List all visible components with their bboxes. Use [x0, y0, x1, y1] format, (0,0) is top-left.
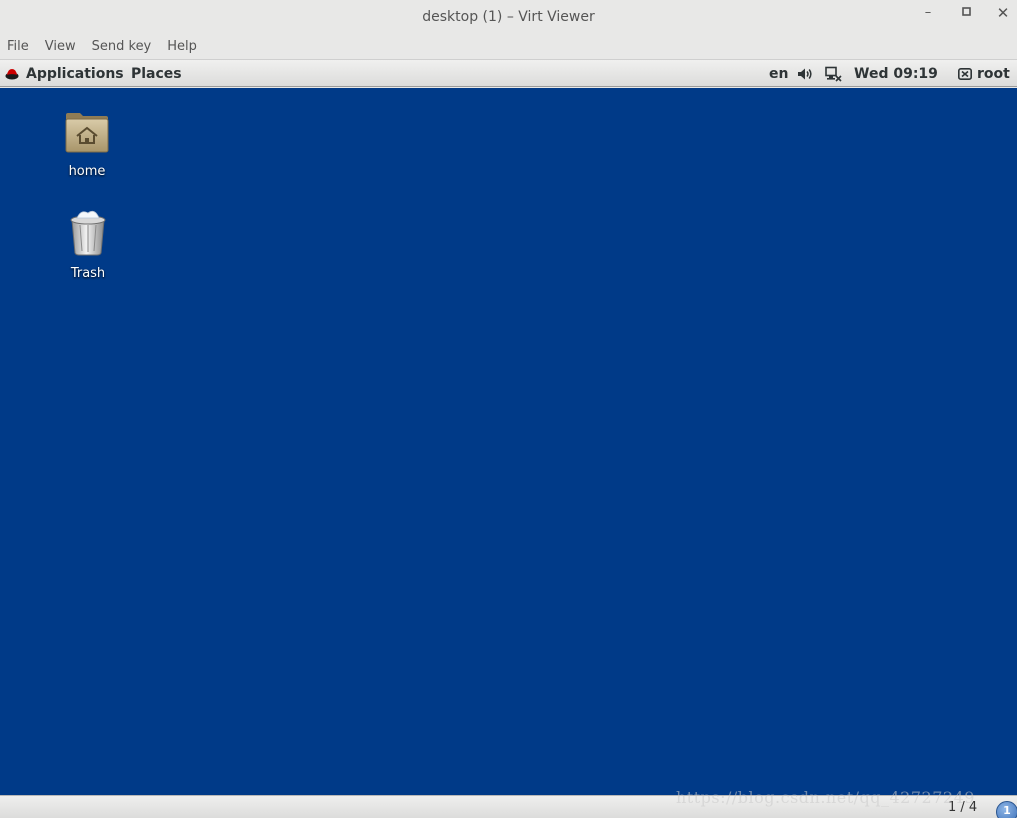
- menu-view[interactable]: View: [45, 39, 76, 54]
- maximize-button[interactable]: [951, 0, 981, 25]
- window-titlebar: desktop (1) – Virt Viewer: [0, 0, 1017, 33]
- network-icon[interactable]: [825, 60, 843, 87]
- desktop-icon-home[interactable]: home: [47, 110, 127, 179]
- minimize-button[interactable]: –: [913, 0, 943, 25]
- close-button[interactable]: ✕: [988, 0, 1017, 25]
- menu-send-key[interactable]: Send key: [92, 39, 152, 54]
- clock[interactable]: Wed 09:19: [854, 60, 938, 87]
- watermark: https://blog.csdn.net/qq_42727249: [676, 788, 975, 807]
- power-icon[interactable]: [958, 60, 972, 87]
- user-menu[interactable]: root: [977, 60, 1010, 87]
- language-indicator[interactable]: en: [769, 60, 788, 87]
- menu-help[interactable]: Help: [167, 39, 197, 54]
- places-menu[interactable]: Places: [131, 60, 182, 87]
- notification-badge[interactable]: 1: [996, 801, 1017, 818]
- desktop-icon-label: home: [68, 164, 106, 179]
- window-title: desktop (1) – Virt Viewer: [422, 8, 595, 25]
- guest-top-panel: Applications Places en Wed 09:19 root: [0, 60, 1017, 87]
- desktop-icon-label: Trash: [70, 266, 106, 281]
- minimize-icon: –: [924, 5, 932, 20]
- redhat-logo-icon: [5, 66, 19, 80]
- trash-icon: [67, 208, 109, 260]
- desktop-background[interactable]: home Trash: [0, 88, 1017, 795]
- maximize-icon: [961, 5, 971, 20]
- menubar: File View Send key Help: [0, 33, 1017, 60]
- close-icon: ✕: [996, 3, 1010, 22]
- home-folder-icon: [64, 110, 110, 158]
- menu-file[interactable]: File: [7, 39, 29, 54]
- volume-icon[interactable]: [797, 60, 814, 87]
- applications-menu[interactable]: Applications: [26, 60, 124, 87]
- desktop-icon-trash[interactable]: Trash: [48, 208, 128, 281]
